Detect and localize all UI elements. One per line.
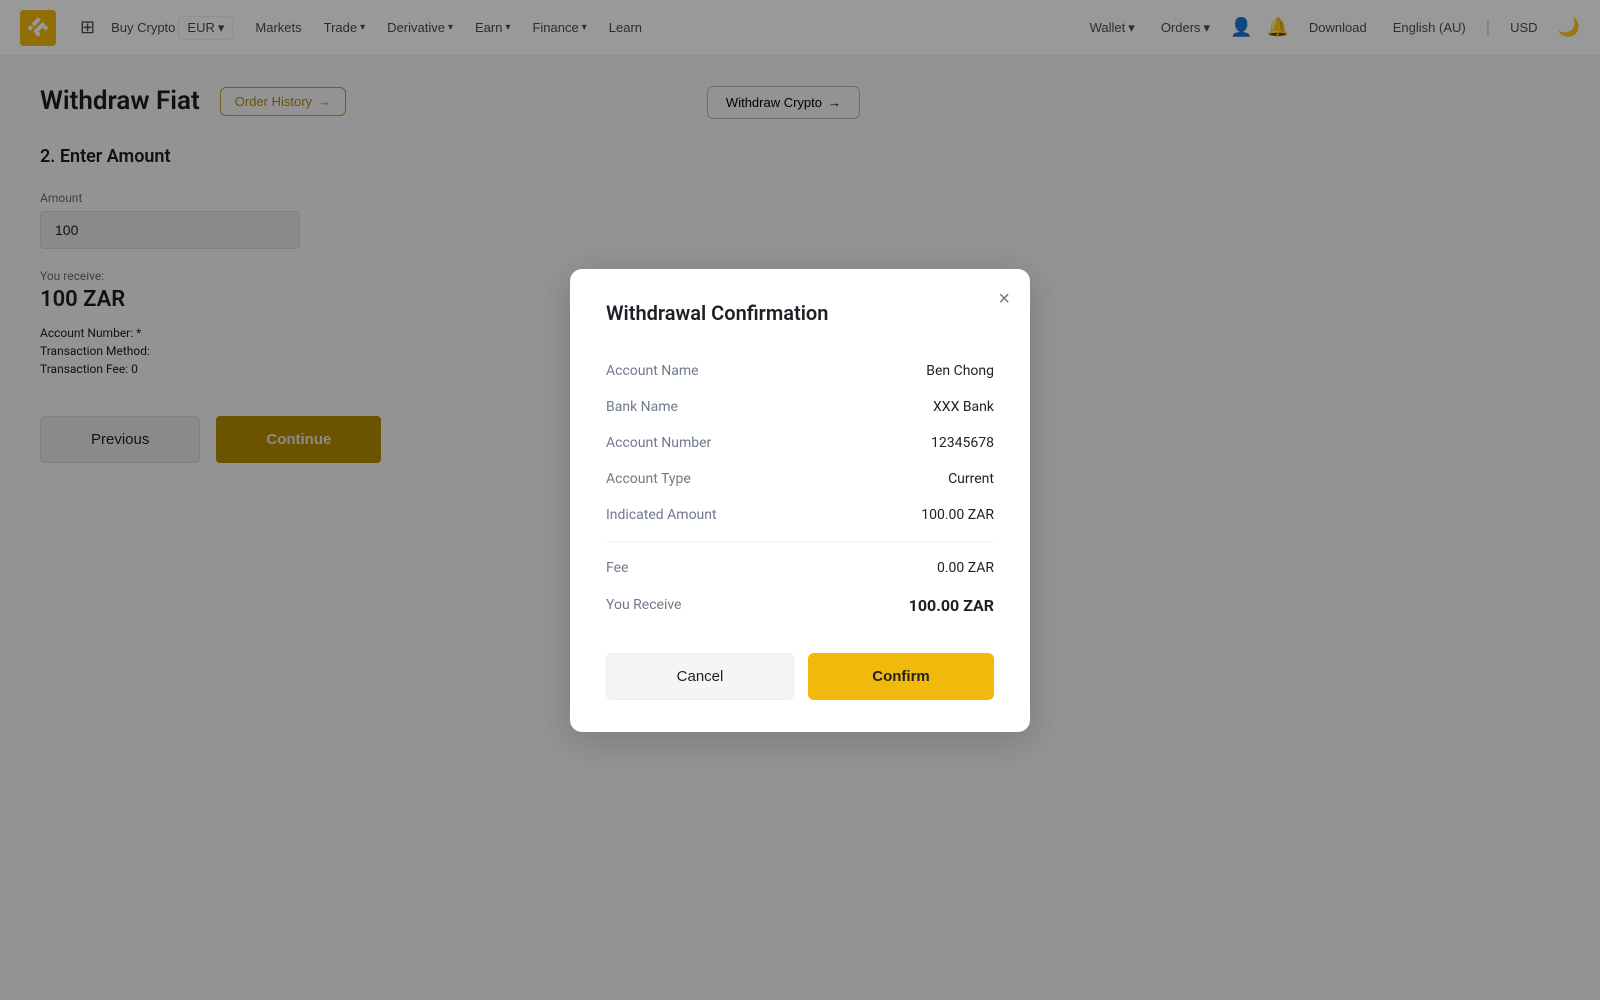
modal-account-type-row: Account Type Current (606, 461, 994, 497)
modal-bank-name-label: Bank Name (606, 399, 678, 415)
modal-divider (606, 541, 994, 542)
modal-indicated-amount-value: 100.00 ZAR (921, 507, 994, 523)
modal-account-name-row: Account Name Ben Chong (606, 353, 994, 389)
modal-account-number-value: 12345678 (931, 435, 994, 451)
modal-fee-value: 0.00 ZAR (937, 560, 994, 576)
confirm-button[interactable]: Confirm (808, 653, 994, 700)
withdrawal-confirmation-modal: Withdrawal Confirmation × Account Name B… (570, 269, 1030, 732)
modal-bank-name-value: XXX Bank (933, 399, 994, 415)
modal-fee-label: Fee (606, 560, 628, 576)
modal-account-number-label: Account Number (606, 435, 711, 451)
modal-you-receive-label: You Receive (606, 597, 681, 613)
modal-you-receive-value: 100.00 ZAR (909, 596, 994, 615)
cancel-button[interactable]: Cancel (606, 653, 794, 700)
modal-buttons: Cancel Confirm (606, 653, 994, 700)
modal-fee-row: Fee 0.00 ZAR (606, 550, 994, 586)
modal-account-type-label: Account Type (606, 471, 691, 487)
modal-close-button[interactable]: × (998, 289, 1010, 309)
modal-account-name-value: Ben Chong (926, 363, 994, 379)
modal-account-number-row: Account Number 12345678 (606, 425, 994, 461)
modal-indicated-amount-row: Indicated Amount 100.00 ZAR (606, 497, 994, 533)
modal-indicated-amount-label: Indicated Amount (606, 507, 717, 523)
modal-bank-name-row: Bank Name XXX Bank (606, 389, 994, 425)
modal-account-name-label: Account Name (606, 363, 699, 379)
modal-title: Withdrawal Confirmation (606, 301, 994, 325)
modal-overlay[interactable]: Withdrawal Confirmation × Account Name B… (0, 0, 1600, 1000)
modal-you-receive-row: You Receive 100.00 ZAR (606, 586, 994, 625)
modal-account-type-value: Current (948, 471, 994, 487)
